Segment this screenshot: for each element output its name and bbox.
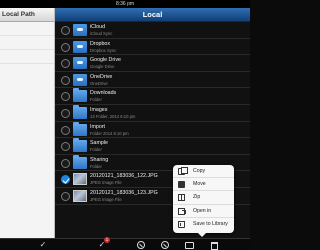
context-popup-menu: Copy Move Zip Open in Save to Library (173, 165, 234, 237)
row-checkbox[interactable] (61, 59, 70, 69)
file-subtitle: iCloud Sync (90, 31, 113, 36)
file-row[interactable]: Import Folder 2014 6:10 pm (55, 121, 250, 139)
file-name: 20120121_183036_122.JPG (90, 173, 158, 180)
selection-count-badge: 1 (104, 237, 110, 243)
save-library-icon (178, 220, 185, 228)
menu-item-save-to-library[interactable]: Save to Library (173, 218, 234, 231)
file-subtitle: Folder (90, 163, 102, 169)
file-name: Sharing (90, 156, 109, 163)
folder-icon (73, 154, 87, 169)
cloud-folder-icon (73, 57, 87, 70)
left-pane: Local Path (0, 8, 55, 238)
open-in-icon (178, 207, 186, 215)
cloud-folder-icon (73, 40, 87, 53)
status-bar: 8:36 pm (0, 0, 250, 8)
left-row[interactable] (0, 50, 54, 64)
file-subtitle: JPEG Image File (90, 196, 122, 202)
cancel-circle-icon[interactable] (137, 241, 145, 249)
copy-icon (178, 167, 188, 175)
file-name: Google Drive (90, 57, 121, 64)
file-subtitle: OneDrive (90, 80, 108, 86)
zip-icon (178, 194, 185, 202)
cloud-folder-icon (73, 24, 87, 36)
file-subtitle: JPEG Image File (90, 180, 122, 186)
bottom-toolbar: ✓ ✓ (0, 238, 250, 250)
file-subtitle: Google Drive (90, 64, 115, 70)
right-pane-title: Local (55, 8, 250, 22)
file-row[interactable]: Google Drive Google Drive (55, 55, 250, 72)
file-row[interactable]: Images 13 Folder, 2014 6:10 pm (55, 104, 250, 122)
action-circle-icon[interactable] (161, 241, 169, 249)
menu-item-copy[interactable]: Copy (173, 165, 234, 179)
file-name: Dropbox (90, 40, 111, 47)
status-time: 8:36 pm (115, 1, 135, 7)
left-row[interactable] (0, 36, 54, 50)
file-row[interactable]: Sample Folder (55, 138, 250, 155)
folder-icon (73, 104, 87, 119)
move-icon (178, 181, 185, 189)
menu-item-label: Move (193, 181, 206, 188)
file-row[interactable]: Downloads Folder (55, 88, 250, 105)
cloud-folder-icon (73, 73, 87, 86)
file-name: Images (90, 106, 108, 113)
folder-icon (73, 138, 87, 153)
folder-icon (73, 121, 87, 136)
menu-item-zip[interactable]: Zip (173, 191, 234, 205)
menu-item-move[interactable]: Move (173, 178, 234, 192)
checkmark-icon[interactable]: ✓ (38, 240, 48, 250)
left-pane-title: Local Path (0, 8, 54, 22)
file-name: Import (90, 123, 106, 130)
file-name: Downloads (90, 90, 117, 97)
row-checkbox[interactable] (61, 191, 70, 201)
file-row[interactable]: OneDrive OneDrive (55, 72, 250, 89)
message-icon[interactable] (185, 242, 194, 249)
row-checkbox[interactable] (61, 158, 70, 168)
menu-item-label: Save to Library (193, 220, 228, 227)
row-checkbox[interactable] (61, 125, 70, 135)
row-checkbox[interactable] (61, 42, 70, 52)
file-subtitle: 13 Folder, 2014 6:10 pm (90, 113, 136, 119)
folder-icon (73, 88, 87, 103)
row-checkbox[interactable] (61, 142, 70, 152)
menu-item-label: Open in (193, 207, 212, 214)
file-name: OneDrive (90, 73, 113, 80)
menu-item-label: Zip (193, 194, 201, 201)
row-checkbox[interactable] (61, 75, 70, 85)
menu-item-open-in[interactable]: Open in (173, 205, 234, 218)
file-subtitle: Folder (90, 97, 102, 103)
file-row[interactable]: Dropbox Dropbox Sync (55, 39, 250, 56)
row-checkbox[interactable] (61, 92, 70, 102)
file-subtitle: Folder 2014 6:10 pm (90, 130, 129, 136)
left-row[interactable] (0, 22, 54, 36)
file-row[interactable]: iCloud iCloud Sync (55, 22, 250, 39)
file-subtitle: Folder (90, 147, 102, 153)
row-checkbox[interactable] (61, 26, 70, 35)
image-thumbnail-icon (73, 173, 87, 186)
file-subtitle: Dropbox Sync (90, 47, 117, 53)
file-name: Sample (90, 140, 108, 147)
row-checkbox[interactable] (61, 108, 70, 118)
file-name: 20120121_183036_123.JPG (90, 189, 158, 196)
menu-item-label: Copy (193, 168, 206, 174)
image-thumbnail-icon (73, 189, 87, 202)
trash-icon[interactable] (211, 242, 218, 250)
row-checkbox[interactable] (61, 175, 70, 185)
file-name: iCloud (90, 24, 106, 30)
